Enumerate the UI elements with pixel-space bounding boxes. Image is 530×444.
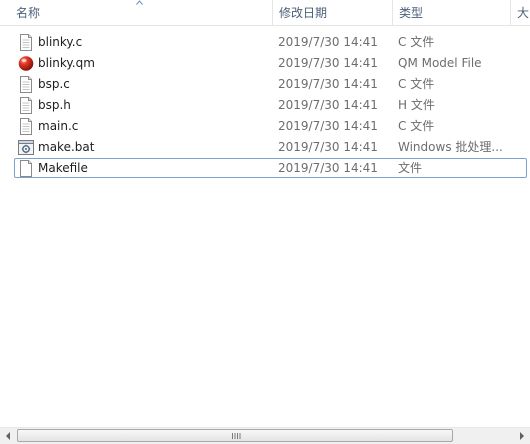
file-name: blinky.qm — [38, 56, 95, 70]
file-name: bsp.c — [38, 77, 70, 91]
column-header-bar: 名称 修改日期 类型 大 — [0, 0, 530, 26]
file-row[interactable]: blinky.qm 2019/7/30 14:41 QM Model File — [0, 53, 530, 74]
file-type: C 文件 — [398, 119, 435, 133]
file-modified: 2019/7/30 14:41 — [278, 161, 378, 175]
file-explorer-list: 名称 修改日期 类型 大 blinky.c 2019/7/30 14:41 C … — [0, 0, 530, 444]
file-row[interactable]: bsp.c 2019/7/30 14:41 C 文件 — [0, 74, 530, 95]
scroll-right-arrow-icon — [520, 432, 524, 440]
qm-model-icon — [18, 56, 34, 71]
h-file-icon — [20, 97, 32, 114]
file-type: C 文件 — [398, 77, 435, 91]
scroll-thumb[interactable] — [17, 429, 453, 442]
column-header-size-label: 大 — [517, 6, 530, 20]
scroll-left-button[interactable] — [0, 428, 17, 444]
file-type: C 文件 — [398, 35, 435, 49]
file-modified: 2019/7/30 14:41 — [278, 35, 378, 49]
file-name: Makefile — [38, 161, 88, 175]
c-file-icon — [20, 76, 32, 93]
file-modified: 2019/7/30 14:41 — [278, 98, 378, 112]
column-header-modified[interactable]: 修改日期 — [272, 0, 392, 25]
batch-file-icon — [18, 140, 34, 155]
file-type: Windows 批处理... — [398, 140, 503, 154]
column-header-modified-label: 修改日期 — [279, 6, 328, 20]
file-row[interactable]: Makefile 2019/7/30 14:41 文件 — [0, 158, 530, 179]
file-row[interactable]: blinky.c 2019/7/30 14:41 C 文件 — [0, 32, 530, 53]
blank-file-icon — [20, 160, 32, 177]
file-modified: 2019/7/30 14:41 — [278, 56, 378, 70]
c-file-icon — [20, 118, 32, 135]
file-name: bsp.h — [38, 98, 71, 112]
file-name: blinky.c — [38, 35, 83, 49]
scroll-grip-icon — [232, 433, 241, 439]
horizontal-scrollbar[interactable] — [0, 427, 530, 444]
file-modified: 2019/7/30 14:41 — [278, 119, 378, 133]
file-type: 文件 — [398, 161, 423, 175]
file-list: blinky.c 2019/7/30 14:41 C 文件 blinky.qm … — [0, 32, 530, 179]
column-header-size[interactable]: 大 — [510, 0, 530, 25]
file-type: QM Model File — [398, 56, 482, 70]
scroll-right-button[interactable] — [513, 428, 530, 444]
file-modified: 2019/7/30 14:41 — [278, 140, 378, 154]
file-name: main.c — [38, 119, 79, 133]
sort-ascending-icon — [136, 0, 143, 5]
file-row[interactable]: bsp.h 2019/7/30 14:41 H 文件 — [0, 95, 530, 116]
file-type: H 文件 — [398, 98, 435, 112]
column-header-name-label: 名称 — [16, 6, 41, 20]
column-header-type[interactable]: 类型 — [392, 0, 510, 25]
c-file-icon — [20, 34, 32, 51]
scroll-left-arrow-icon — [6, 432, 10, 440]
file-name: make.bat — [38, 140, 95, 154]
file-modified: 2019/7/30 14:41 — [278, 77, 378, 91]
file-row[interactable]: main.c 2019/7/30 14:41 C 文件 — [0, 116, 530, 137]
file-row[interactable]: make.bat 2019/7/30 14:41 Windows 批处理... — [0, 137, 530, 158]
column-header-type-label: 类型 — [399, 6, 424, 20]
